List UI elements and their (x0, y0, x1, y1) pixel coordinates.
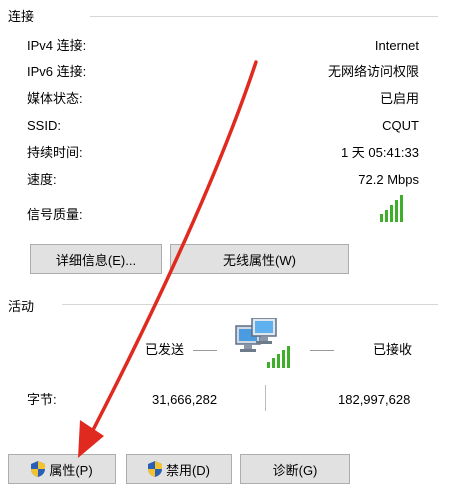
shield-icon (31, 461, 46, 477)
connection-group-divider (90, 16, 438, 17)
properties-button-label: 属性(P) (49, 462, 93, 478)
shield-icon (147, 461, 162, 477)
bytes-sent-value: 31,666,282 (152, 392, 218, 407)
ipv6-label: IPv6 连接: (27, 64, 87, 79)
connection-group-title: 连接 (8, 9, 35, 24)
sent-line (193, 350, 217, 351)
bytes-divider (265, 385, 266, 411)
sent-label: 已发送 (145, 342, 185, 357)
disable-button[interactable]: 禁用(D) (126, 454, 232, 484)
details-button[interactable]: 详细信息(E)... (30, 244, 162, 274)
signal-quality-label: 信号质量: (27, 207, 83, 222)
speed-value: 72.2 Mbps (358, 172, 419, 187)
activity-group-divider (62, 304, 438, 305)
duration-label: 持续时间: (27, 145, 83, 160)
bytes-label: 字节: (27, 392, 57, 407)
speed-label: 速度: (27, 172, 57, 187)
wifi-status-window: 连接 IPv4 连接: Internet IPv6 连接: 无网络访问权限 媒体… (0, 0, 450, 500)
ipv4-value: Internet (374, 38, 419, 53)
media-state-value: 已启用 (379, 91, 419, 106)
received-line (310, 350, 334, 351)
diagnose-button[interactable]: 诊断(G) (240, 454, 350, 484)
received-label: 已接收 (373, 342, 413, 357)
ipv4-label: IPv4 连接: (27, 38, 87, 53)
disable-button-label: 禁用(D) (165, 462, 211, 478)
bytes-received-value: 182,997,628 (338, 392, 411, 407)
duration-value: 1 天 05:41:33 (340, 145, 419, 160)
wireless-properties-button[interactable]: 无线属性(W) (170, 244, 349, 274)
properties-button[interactable]: 属性(P) (8, 454, 116, 484)
ssid-label: SSID: (27, 118, 61, 133)
ipv6-value: 无网络访问权限 (327, 64, 419, 79)
network-activity-icon (234, 317, 296, 370)
activity-group-title: 活动 (8, 299, 35, 314)
media-state-label: 媒体状态: (27, 91, 83, 106)
ssid-value: CQUT (382, 118, 419, 133)
signal-strength-icon (380, 194, 403, 222)
